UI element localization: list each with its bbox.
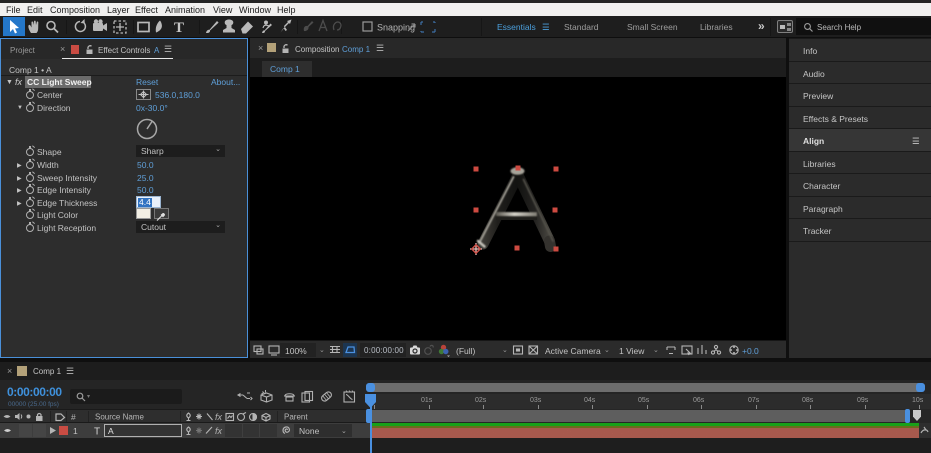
svg-text:T: T bbox=[94, 427, 100, 438]
svg-text:⌄: ⌄ bbox=[341, 428, 347, 435]
svg-text:T: T bbox=[174, 20, 184, 36]
svg-text:fx: fx bbox=[215, 412, 223, 422]
svg-text:A: A bbox=[108, 426, 114, 436]
svg-text:Source Name: Source Name bbox=[95, 413, 144, 422]
svg-text:#: # bbox=[71, 412, 76, 422]
svg-text:Parent: Parent bbox=[284, 413, 308, 422]
svg-text:Snapping: Snapping bbox=[377, 23, 415, 33]
svg-text:fx: fx bbox=[215, 426, 223, 436]
svg-text:1: 1 bbox=[73, 426, 78, 436]
svg-text:None: None bbox=[299, 426, 320, 436]
